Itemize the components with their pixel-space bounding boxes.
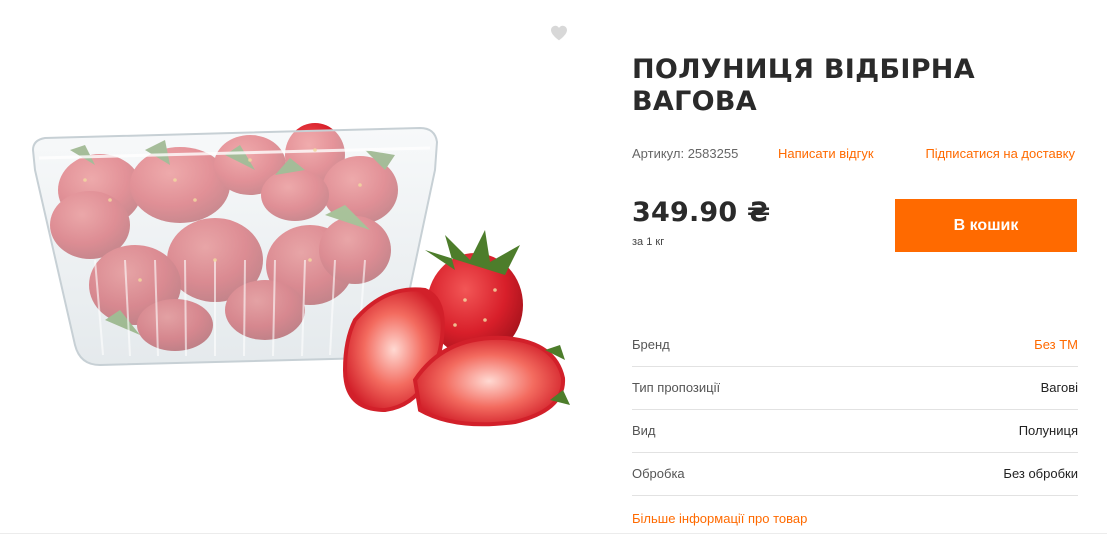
price-unit: за 1 кг <box>632 236 665 248</box>
spec-row-processing: Обробка Без обробки <box>632 453 1078 496</box>
product-info: ПОЛУНИЦЯ ВІДБІРНА ВАГОВА Артикул: 258325… <box>632 0 1078 535</box>
brand-link[interactable]: Без ТМ <box>1034 337 1078 352</box>
heart-icon[interactable] <box>550 25 568 41</box>
product-title: ПОЛУНИЦЯ ВІДБІРНА ВАГОВА <box>632 54 975 117</box>
spec-row-brand: Бренд Без ТМ <box>632 324 1078 367</box>
spec-value: Вагові <box>1040 380 1078 395</box>
spec-value: Полуниця <box>1018 423 1078 438</box>
spec-row-kind: Вид Полуниця <box>632 410 1078 453</box>
strawberries-in-container-image <box>31 123 570 427</box>
spec-label: Вид <box>632 423 656 438</box>
spec-row-offer-type: Тип пропозиції Вагові <box>632 367 1078 410</box>
product-specs: Бренд Без ТМ Тип пропозиції Вагові Вид П… <box>632 324 1078 496</box>
product-meta: Артикул: 2583255 Написати відгук Підписа… <box>632 146 1078 162</box>
product-page: ПОЛУНИЦЯ ВІДБІРНА ВАГОВА Артикул: 258325… <box>0 0 1107 535</box>
sku-label: Артикул: 2583255 <box>632 146 739 161</box>
product-price: 349.90 ₴ <box>632 197 771 228</box>
write-review-link[interactable]: Написати відгук <box>778 146 874 161</box>
divider <box>0 533 1107 534</box>
add-to-cart-button[interactable]: В кошик <box>895 199 1077 252</box>
product-gallery <box>0 0 600 535</box>
more-info-link[interactable]: Більше інформації про товар <box>632 511 807 526</box>
spec-label: Обробка <box>632 466 685 481</box>
subscribe-delivery-link[interactable]: Підписатися на доставку <box>925 146 1075 161</box>
spec-label: Бренд <box>632 337 670 352</box>
spec-value: Без обробки <box>1003 466 1078 481</box>
spec-label: Тип пропозиції <box>632 380 721 395</box>
